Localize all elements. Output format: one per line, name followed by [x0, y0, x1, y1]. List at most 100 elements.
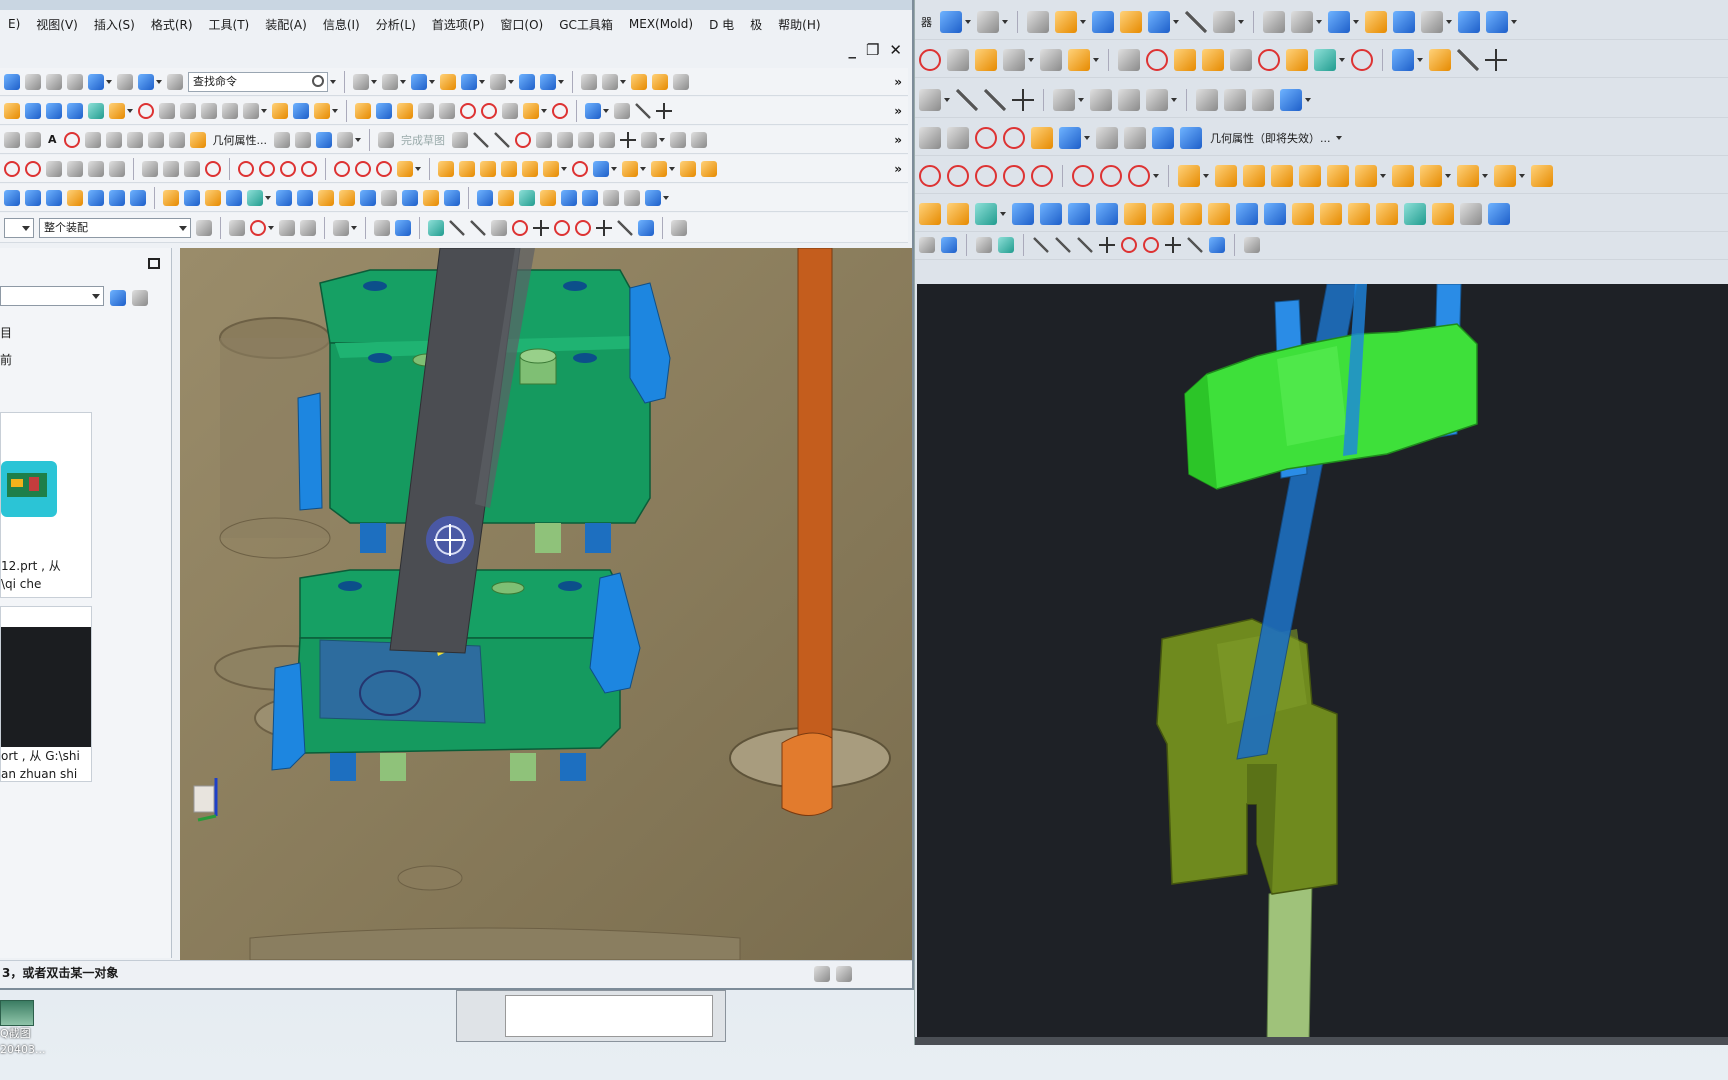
measure-icon[interactable] [1185, 10, 1207, 33]
ruled-icon[interactable] [222, 102, 238, 119]
intersect-icon[interactable] [184, 189, 200, 206]
snap-midpoint-icon[interactable] [470, 219, 486, 236]
circle-c-icon[interactable] [280, 160, 296, 177]
combined-projection-icon[interactable] [126, 131, 143, 148]
unwrap-icon[interactable] [295, 131, 312, 148]
undo-icon[interactable] [88, 73, 104, 90]
groove-icon[interactable] [439, 102, 455, 119]
rectangle-icon[interactable] [578, 131, 595, 148]
status-fullscreen-icon[interactable] [836, 966, 852, 982]
patch-body-icon[interactable] [402, 189, 418, 206]
convert-icon[interactable] [1196, 88, 1218, 111]
pattern-icon[interactable] [1429, 48, 1451, 71]
surface-icon[interactable] [975, 48, 997, 71]
touch-mode-icon[interactable] [138, 73, 154, 90]
through-curves-icon[interactable] [67, 102, 83, 119]
feature-14-icon[interactable] [1292, 202, 1314, 225]
circle-7-icon[interactable] [1128, 164, 1150, 187]
trim-icon[interactable] [1146, 48, 1168, 71]
project-curve-icon[interactable] [105, 131, 122, 148]
tree-item-current[interactable]: 前 [0, 351, 12, 368]
offset-icon[interactable] [1118, 48, 1140, 71]
select-body-icon[interactable] [250, 219, 266, 236]
trim-curve-icon[interactable] [947, 126, 969, 149]
mirror-icon[interactable] [1392, 48, 1414, 71]
feature-9-icon[interactable] [1152, 202, 1174, 225]
snap-end-icon[interactable] [998, 236, 1014, 253]
paste-icon[interactable] [67, 73, 83, 90]
geometry-properties-label[interactable]: 几何属性... [211, 132, 270, 148]
tree-item-project[interactable]: 目 [0, 324, 12, 341]
menu-preferences[interactable]: 首选项(P) [424, 16, 493, 33]
menu-assembly[interactable]: 装配(A) [257, 16, 315, 33]
rotate-face-icon[interactable] [582, 189, 598, 206]
selection-scope-select[interactable]: 整个装配 [39, 217, 191, 238]
studio-spline-icon[interactable] [599, 131, 616, 148]
snap-center-icon[interactable] [1121, 236, 1137, 253]
box-2-icon[interactable] [1215, 164, 1237, 187]
shade-icon[interactable] [1291, 10, 1313, 33]
box-5-icon[interactable] [1299, 164, 1321, 187]
solid-l-icon[interactable] [701, 160, 717, 177]
circle-e-icon[interactable] [334, 160, 350, 177]
select-face-icon[interactable] [279, 219, 295, 236]
split-icon[interactable] [1457, 48, 1479, 71]
datum-plane-icon[interactable] [397, 160, 413, 177]
arc-edit-icon[interactable] [142, 160, 158, 177]
emboss-icon[interactable] [460, 102, 476, 119]
snap-quadrant-icon[interactable] [575, 219, 591, 236]
block-icon[interactable] [4, 189, 20, 206]
analyze-icon[interactable] [631, 73, 647, 90]
solid-f-icon[interactable] [543, 160, 559, 177]
sheet-to-solid-icon[interactable] [519, 189, 535, 206]
feature-8-icon[interactable] [1124, 202, 1146, 225]
sew-icon[interactable] [314, 102, 330, 119]
edge-blend-icon[interactable] [423, 189, 439, 206]
box-12-icon[interactable] [1531, 164, 1553, 187]
text-tool-icon[interactable]: A [46, 133, 59, 146]
menu-edit[interactable]: E) [0, 17, 28, 31]
fill-surface-icon[interactable] [272, 102, 288, 119]
minimize-button[interactable]: _ [848, 42, 856, 58]
extract-icon[interactable] [1152, 126, 1174, 149]
table-select-icon[interactable] [671, 219, 687, 236]
arrow-icon[interactable] [919, 164, 941, 187]
mirror-body-icon[interactable] [498, 189, 514, 206]
intersect-icon[interactable] [975, 126, 997, 149]
feature-16-icon[interactable] [1348, 202, 1370, 225]
snap-intersect-icon[interactable] [533, 219, 549, 236]
feature-5-icon[interactable] [1040, 202, 1062, 225]
sketch-chamfer-icon[interactable] [557, 131, 574, 148]
thread-icon[interactable] [502, 102, 518, 119]
line-icon[interactable] [956, 88, 978, 111]
paint-icon[interactable] [1365, 10, 1387, 33]
select-body-icon[interactable] [941, 236, 957, 253]
view-icon[interactable] [1393, 10, 1415, 33]
replace-face-icon[interactable] [297, 189, 313, 206]
patch-icon[interactable] [1068, 48, 1090, 71]
refresh-icon[interactable] [110, 290, 126, 306]
move-object-icon[interactable] [519, 73, 535, 90]
solid-e-icon[interactable] [522, 160, 538, 177]
menu-extreme[interactable]: 极 [742, 16, 770, 33]
snap-endpoint-icon[interactable] [449, 219, 465, 236]
profile-icon[interactable] [452, 131, 469, 148]
blend-surface-icon[interactable] [25, 102, 41, 119]
wrap-icon[interactable] [1096, 126, 1118, 149]
solid-j-icon[interactable] [651, 160, 667, 177]
image-view-icon[interactable] [132, 290, 148, 306]
feature-15-icon[interactable] [1320, 202, 1342, 225]
offset-curve-icon[interactable] [84, 131, 101, 148]
fit-icon[interactable] [1263, 10, 1285, 33]
feature-2-icon[interactable] [947, 202, 969, 225]
select-feature-icon[interactable] [229, 219, 245, 236]
split-body-icon[interactable] [247, 189, 263, 206]
snap-normal-icon[interactable] [1099, 236, 1115, 253]
orient-icon[interactable] [1092, 10, 1114, 33]
trim-body-icon[interactable] [226, 189, 242, 206]
shell-icon[interactable] [1314, 48, 1336, 71]
cone-icon[interactable] [46, 189, 62, 206]
geometry-properties-icon[interactable] [1180, 126, 1202, 149]
group-icon[interactable] [1224, 88, 1246, 111]
mirror-feature-icon[interactable] [585, 102, 601, 119]
